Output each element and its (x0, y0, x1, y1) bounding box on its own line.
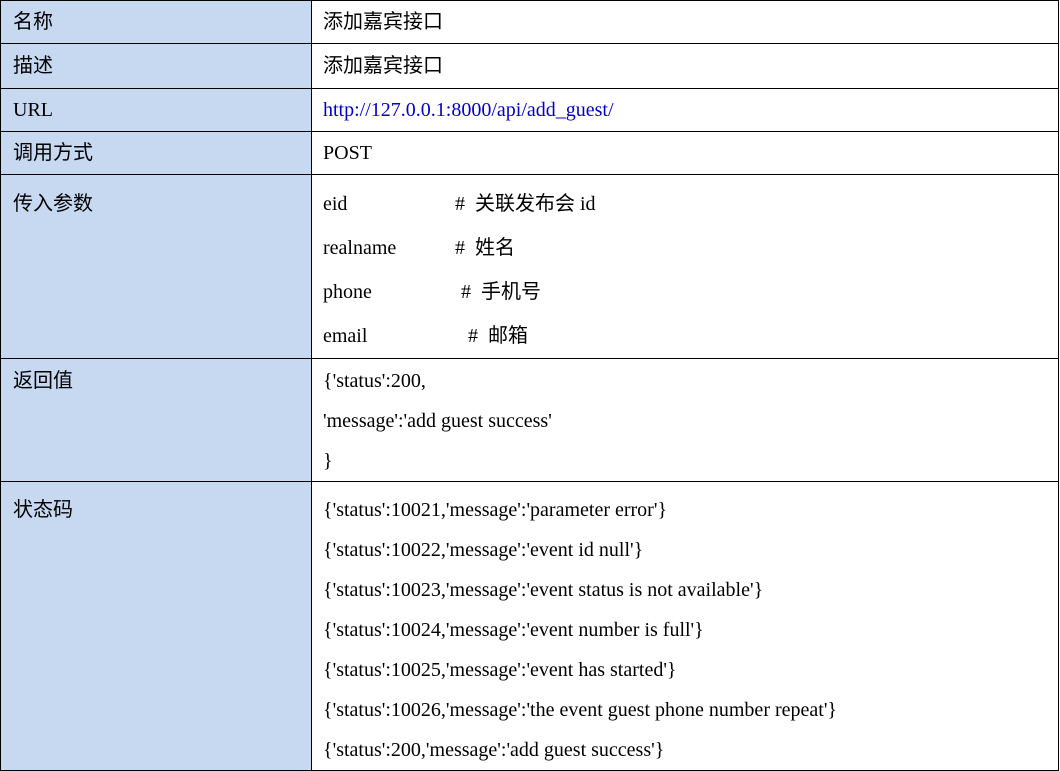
row-params: 传入参数 eid # 关联发布会 id realname # 姓名 phone # 手… (0, 174, 1059, 359)
param-comment: # 姓名 (455, 237, 515, 259)
status-code-line: {'status':10022,'message':'event id null… (323, 539, 644, 561)
label-url: URL (13, 99, 53, 121)
param-line: email # 邮箱 (323, 314, 1058, 358)
value-cell-description: 添加嘉宾接口 (311, 43, 1059, 89)
param-name: email (323, 325, 368, 347)
label-description: 描述 (13, 55, 53, 77)
return-line: 'message':'add guest success' (323, 410, 552, 432)
value-cell-params: eid # 关联发布会 id realname # 姓名 phone # 手机号 em… (311, 174, 1059, 359)
param-line: realname # 姓名 (323, 226, 1058, 270)
return-line: } (323, 450, 333, 472)
value-cell-method: POST (311, 131, 1059, 175)
status-code-line: {'status':200,'message':'add guest succe… (323, 739, 665, 761)
row-method: 调用方式 POST (0, 131, 1059, 175)
value-method: POST (323, 142, 372, 164)
status-code-line: {'status':10023,'message':'event status … (323, 579, 764, 601)
param-line: eid # 关联发布会 id (323, 182, 1058, 226)
api-spec-table: 名称 添加嘉宾接口 描述 添加嘉宾接口 URL http://127.0.0.1… (0, 0, 1059, 771)
param-name: phone (323, 281, 372, 303)
row-name: 名称 添加嘉宾接口 (0, 0, 1059, 44)
row-url: URL http://127.0.0.1:8000/api/add_guest/ (0, 88, 1059, 132)
row-return-value: 返回值 {'status':200, 'message':'add guest … (0, 358, 1059, 482)
value-name: 添加嘉宾接口 (323, 11, 443, 33)
value-cell-name: 添加嘉宾接口 (311, 0, 1059, 44)
label-cell-name: 名称 (0, 0, 312, 44)
value-cell-status-codes: {'status':10021,'message':'parameter err… (311, 481, 1059, 771)
label-params: 传入参数 (13, 193, 93, 215)
label-cell-params: 传入参数 (0, 174, 312, 359)
status-code-line: {'status':10026,'message':'the event gue… (323, 699, 838, 721)
status-code-line: {'status':10021,'message':'parameter err… (323, 499, 668, 521)
status-code-line: {'status':10025,'message':'event has sta… (323, 659, 677, 681)
value-cell-url: http://127.0.0.1:8000/api/add_guest/ (311, 88, 1059, 132)
label-status-codes: 状态码 (13, 499, 73, 521)
label-return-value: 返回值 (13, 370, 73, 392)
param-comment: # 手机号 (461, 281, 541, 303)
label-cell-url: URL (0, 88, 312, 132)
label-cell-status-codes: 状态码 (0, 481, 312, 771)
param-line: phone # 手机号 (323, 270, 1058, 314)
param-comment: # 邮箱 (468, 325, 528, 347)
param-comment: # 关联发布会 id (455, 193, 596, 215)
row-status-codes: 状态码 {'status':10021,'message':'parameter… (0, 481, 1059, 771)
label-cell-return-value: 返回值 (0, 358, 312, 482)
return-line: {'status':200, (323, 370, 426, 392)
value-cell-return-value: {'status':200, 'message':'add guest succ… (311, 358, 1059, 482)
label-cell-description: 描述 (0, 43, 312, 89)
label-cell-method: 调用方式 (0, 131, 312, 175)
label-name: 名称 (13, 11, 53, 33)
param-name: eid (323, 193, 348, 215)
label-method: 调用方式 (13, 142, 93, 164)
row-description: 描述 添加嘉宾接口 (0, 43, 1059, 89)
url-link[interactable]: http://127.0.0.1:8000/api/add_guest/ (323, 99, 614, 121)
param-name: realname (323, 237, 397, 259)
status-code-line: {'status':10024,'message':'event number … (323, 619, 704, 641)
value-description: 添加嘉宾接口 (323, 55, 443, 77)
